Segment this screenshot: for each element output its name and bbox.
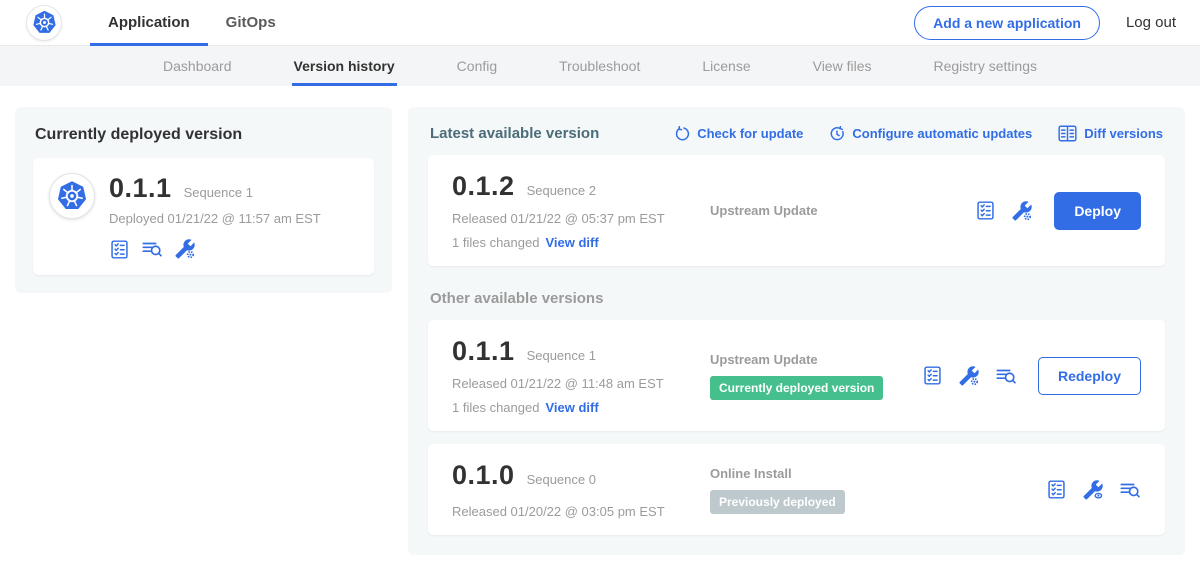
app-sub-nav: Dashboard Version history Config Trouble… [0, 46, 1200, 86]
subnav-item-license[interactable]: License [700, 46, 752, 86]
check-for-update-label: Check for update [697, 126, 803, 141]
tab-application-label: Application [108, 14, 190, 31]
tab-application[interactable]: Application [90, 0, 208, 46]
edit-config-icon[interactable] [1011, 200, 1033, 222]
subnav-item-config[interactable]: Config [455, 46, 499, 86]
version-source-label: Upstream Update [710, 352, 922, 367]
release-notes-icon[interactable] [975, 200, 996, 221]
other-versions-title: Other available versions [430, 290, 1163, 307]
top-nav: Application GitOps Add a new application… [0, 0, 1200, 46]
currently-deployed-panel: Currently deployed version 0.1.1 Sequenc… [15, 107, 392, 293]
released-timestamp: Released 01/21/22 @ 05:37 pm EST [452, 211, 710, 226]
subnav-item-troubleshoot[interactable]: Troubleshoot [557, 46, 642, 86]
view-diff-link[interactable]: View diff [545, 235, 598, 250]
sequence-label: Sequence 1 [527, 348, 596, 363]
version-card: 0.1.2 Sequence 2 Released 01/21/22 @ 05:… [428, 155, 1165, 266]
add-application-button[interactable]: Add a new application [914, 6, 1100, 40]
diff-versions-link[interactable]: Diff versions [1058, 125, 1163, 142]
deployed-timestamp: Deployed 01/21/22 @ 11:57 am EST [109, 211, 321, 226]
version-card: 0.1.0 Sequence 0 Released 01/20/22 @ 03:… [428, 444, 1165, 535]
configure-automatic-updates-label: Configure automatic updates [852, 126, 1032, 141]
release-notes-icon[interactable] [922, 365, 943, 386]
view-config-icon[interactable] [1082, 479, 1104, 501]
version-number: 0.1.0 [452, 460, 515, 491]
version-number: 0.1.1 [452, 336, 515, 367]
edit-config-icon[interactable] [958, 365, 980, 387]
view-diff-link[interactable]: View diff [545, 400, 598, 415]
release-notes-icon[interactable] [1046, 479, 1067, 500]
status-badge: Previously deployed [710, 490, 845, 514]
version-card: 0.1.1 Sequence 1 Released 01/21/22 @ 11:… [428, 320, 1165, 431]
subnav-item-view-files[interactable]: View files [811, 46, 874, 86]
version-history-page: Currently deployed version 0.1.1 Sequenc… [0, 86, 1200, 555]
diff-versions-label: Diff versions [1084, 126, 1163, 141]
version-number: 0.1.2 [452, 171, 515, 202]
version-source-label: Online Install [710, 466, 1046, 481]
release-notes-icon[interactable] [109, 239, 130, 260]
sequence-label: Sequence 2 [527, 183, 596, 198]
files-changed-label: 1 files changed [452, 400, 539, 415]
tab-gitops[interactable]: GitOps [208, 0, 294, 46]
tab-gitops-label: GitOps [226, 14, 276, 31]
deployed-panel-title: Currently deployed version [35, 126, 374, 144]
available-versions-panel: Latest available version Check for updat… [408, 107, 1185, 555]
auto-update-icon [829, 126, 845, 142]
deploy-button[interactable]: Deploy [1054, 192, 1141, 230]
files-changed-label: 1 files changed [452, 235, 539, 250]
diff-icon [1058, 125, 1077, 142]
view-files-icon[interactable] [1119, 479, 1141, 501]
configure-automatic-updates-link[interactable]: Configure automatic updates [829, 126, 1032, 142]
kubernetes-logo-icon [26, 5, 62, 41]
deployed-sequence-label: Sequence 1 [184, 185, 253, 200]
subnav-item-registry-settings[interactable]: Registry settings [932, 46, 1039, 86]
deployed-version-card: 0.1.1 Sequence 1 Deployed 01/21/22 @ 11:… [33, 158, 374, 275]
view-files-icon[interactable] [141, 238, 163, 260]
check-for-update-link[interactable]: Check for update [674, 126, 803, 142]
sequence-label: Sequence 0 [527, 472, 596, 487]
released-timestamp: Released 01/21/22 @ 11:48 am EST [452, 376, 710, 391]
subnav-item-dashboard[interactable]: Dashboard [161, 46, 234, 86]
subnav-item-version-history[interactable]: Version history [292, 46, 397, 86]
edit-config-icon[interactable] [174, 238, 196, 260]
redeploy-button[interactable]: Redeploy [1038, 357, 1141, 395]
released-timestamp: Released 01/20/22 @ 03:05 pm EST [452, 504, 710, 519]
deployed-version-number: 0.1.1 [109, 173, 172, 204]
view-files-icon[interactable] [995, 365, 1017, 387]
status-badge: Currently deployed version [710, 376, 883, 400]
version-source-label: Upstream Update [710, 203, 975, 218]
refresh-icon [674, 126, 690, 142]
app-logo-icon [49, 173, 95, 219]
logout-button[interactable]: Log out [1126, 14, 1176, 31]
latest-version-title: Latest available version [430, 125, 599, 142]
